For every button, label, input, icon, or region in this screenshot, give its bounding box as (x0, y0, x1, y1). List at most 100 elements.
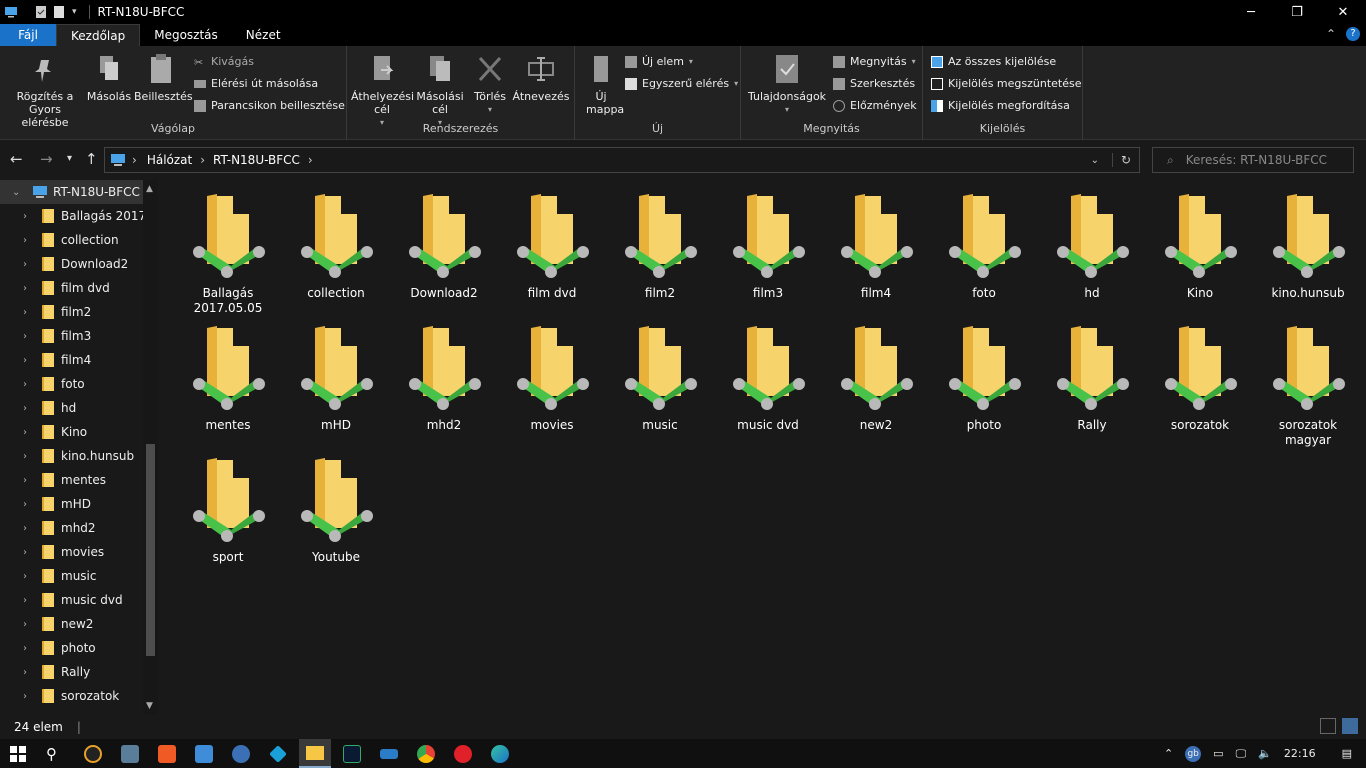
recent-locations-icon[interactable]: ▾ (67, 153, 72, 164)
file-explorer-task[interactable] (299, 739, 331, 768)
nav-folder-item[interactable]: › foto (0, 372, 158, 396)
folder-tile[interactable]: music (610, 324, 710, 448)
nav-folder-item[interactable]: › film4 (0, 348, 158, 372)
terminal-icon[interactable] (343, 745, 361, 763)
expand-chevron-icon[interactable]: › (23, 691, 27, 702)
folder-tile[interactable]: Youtube (286, 456, 386, 580)
nav-folder-item[interactable]: › new2 (0, 612, 158, 636)
close-button[interactable]: ✕ (1320, 0, 1366, 24)
folder-tile[interactable]: Ballagás 2017.05.05 (178, 192, 278, 316)
nav-folder-item[interactable]: › mHD (0, 492, 158, 516)
expand-chevron-icon[interactable]: › (23, 499, 27, 510)
nav-folder-item[interactable]: › collection (0, 228, 158, 252)
address-field[interactable]: › Hálózat › RT-N18U-BFCC › ⌄ ↻ (104, 147, 1140, 173)
folder-tile[interactable]: Download2 (394, 192, 494, 316)
nav-folder-item[interactable]: › movies (0, 540, 158, 564)
expand-chevron-icon[interactable]: › (23, 451, 27, 462)
tray-language-icon[interactable]: gb (1185, 745, 1202, 762)
invert-selection-button[interactable]: Kijelölés megfordítása (931, 99, 1070, 112)
edit-button[interactable]: Szerkesztés (833, 77, 915, 90)
navigation-pane[interactable]: ⌄ RT-N18U-BFCC › Ballagás 2017.0 › collecti… (0, 180, 158, 715)
clock[interactable]: 22:16 (1284, 747, 1316, 760)
nav-folder-item[interactable]: › Kino (0, 420, 158, 444)
network-icon[interactable]: 🖵 (1236, 747, 1247, 761)
paste-shortcut-button[interactable]: Parancsikon beillesztése (194, 99, 345, 112)
expand-chevron-icon[interactable]: › (23, 331, 27, 342)
copy-button[interactable]: Másolás (86, 52, 132, 103)
expand-chevron-icon[interactable]: › (23, 379, 27, 390)
large-icons-view-button[interactable] (1342, 718, 1358, 734)
expand-chevron-icon[interactable]: › (23, 427, 27, 438)
nav-folder-item[interactable]: › hd (0, 396, 158, 420)
select-all-button[interactable]: Az összes kijelölése (931, 55, 1056, 68)
new-folder-button[interactable]: Új mappa (579, 52, 624, 116)
expand-chevron-icon[interactable]: › (23, 523, 27, 534)
history-button[interactable]: Előzmények (833, 99, 917, 112)
scroll-thumb[interactable] (146, 444, 155, 656)
app-window-icon[interactable] (195, 745, 213, 763)
paste-button[interactable]: Beillesztés (134, 52, 193, 103)
folder-tile[interactable]: sorozatok (1150, 324, 1250, 448)
forward-arrow-icon[interactable]: → (40, 150, 53, 168)
nav-folder-item[interactable]: › Download2 (0, 252, 158, 276)
edge-icon[interactable] (491, 745, 509, 763)
folder-tile[interactable]: mhd2 (394, 324, 494, 448)
scroll-up-icon[interactable]: ▲ (146, 184, 153, 194)
nav-scrollbar[interactable]: ▲ ▼ (143, 180, 158, 715)
move-to-button[interactable]: Áthelyezési cél ▾ (351, 52, 414, 129)
back-arrow-icon[interactable]: ← (10, 150, 23, 168)
folder-tile[interactable]: mentes (178, 324, 278, 448)
opera-icon[interactable] (454, 745, 472, 763)
nav-folder-item[interactable]: › kino.hunsub (0, 444, 158, 468)
new-folder-icon[interactable] (52, 5, 66, 19)
nav-folder-item[interactable]: › film3 (0, 324, 158, 348)
keyboard-icon[interactable] (380, 749, 398, 759)
expand-chevron-icon[interactable]: › (23, 235, 27, 246)
expand-chevron-icon[interactable]: › (23, 307, 27, 318)
copy-path-button[interactable]: Elérési út másolása (194, 77, 318, 90)
pin-quick-access-button[interactable]: Rögzítés a Gyors elérésbe (4, 52, 86, 129)
breadcrumb-chevron-icon[interactable]: › (200, 153, 205, 167)
help-icon[interactable]: ? (1346, 27, 1360, 41)
nav-folder-item[interactable]: › music dvd (0, 588, 158, 612)
expand-chevron-icon[interactable]: ⌄ (12, 187, 20, 198)
maximize-button[interactable]: ❐ (1274, 0, 1320, 24)
cut-button[interactable]: ✂ Kivágás (194, 55, 254, 69)
address-dropdown-icon[interactable]: ⌄ (1091, 155, 1099, 166)
tab-file[interactable]: Fájl (0, 24, 56, 46)
nav-folder-item[interactable]: › Rally (0, 660, 158, 684)
delete-button[interactable]: Törlés ▾ (469, 52, 511, 116)
tab-share[interactable]: Megosztás (140, 24, 232, 46)
properties-button[interactable]: Tulajdonságok ▾ (745, 52, 829, 116)
photos-app-icon[interactable] (121, 745, 139, 763)
kodi-icon[interactable] (269, 745, 287, 763)
volume-icon[interactable]: 🔈 (1258, 747, 1272, 760)
folder-tile[interactable]: new2 (826, 324, 926, 448)
language-app-icon[interactable] (232, 745, 250, 763)
copy-to-button[interactable]: Másolási cél ▾ (413, 52, 467, 129)
folder-tile[interactable]: kino.hunsub (1258, 192, 1358, 316)
nav-folder-item[interactable]: › film2 (0, 300, 158, 324)
rename-button[interactable]: Átnevezés (511, 52, 571, 103)
tray-overflow-icon[interactable]: ⌃ (1164, 747, 1173, 760)
nav-folder-item[interactable]: › film dvd (0, 276, 158, 300)
folder-tile[interactable]: collection (286, 192, 386, 316)
chrome-icon[interactable] (417, 745, 435, 763)
tab-view[interactable]: Nézet (232, 24, 295, 46)
brave-browser-icon[interactable] (158, 745, 176, 763)
breadcrumb-network[interactable]: Hálózat (147, 153, 192, 167)
folder-tile[interactable]: film dvd (502, 192, 602, 316)
app-media-icon[interactable] (84, 745, 102, 763)
nav-folder-item[interactable]: › sorozatok (0, 684, 158, 708)
scroll-down-icon[interactable]: ▼ (146, 701, 153, 711)
folder-tile[interactable]: mHD (286, 324, 386, 448)
notifications-icon[interactable]: ▤ (1342, 747, 1352, 760)
expand-chevron-icon[interactable]: › (23, 211, 27, 222)
collapse-ribbon-icon[interactable]: ⌃ (1326, 27, 1336, 41)
expand-chevron-icon[interactable]: › (23, 283, 27, 294)
expand-chevron-icon[interactable]: › (23, 595, 27, 606)
folder-tile[interactable]: Rally (1042, 324, 1142, 448)
select-none-button[interactable]: Kijelölés megszüntetése (931, 77, 1082, 90)
nav-folder-item[interactable]: › photo (0, 636, 158, 660)
folder-tile[interactable]: film2 (610, 192, 710, 316)
